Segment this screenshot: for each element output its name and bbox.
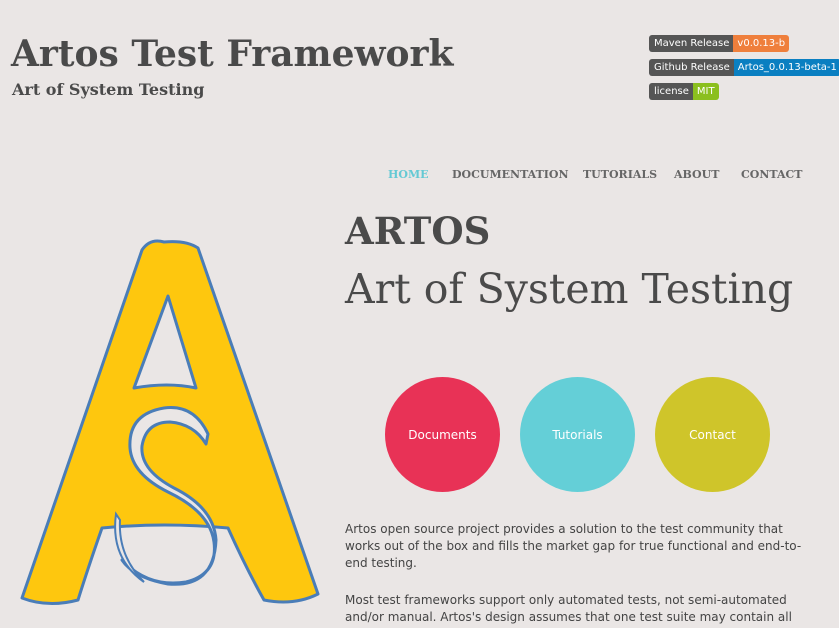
hero-subtitle: Art of System Testing [345,265,794,313]
badge-label: Github Release [649,59,734,76]
main-nav: HOME DOCUMENTATION TUTORIALS ABOUT CONTA… [0,168,839,182]
tutorials-circle-button[interactable]: Tutorials [520,377,635,492]
frameworks-paragraph: Most test frameworks support only automa… [345,593,792,624]
badge-value: MIT [692,83,719,100]
contact-circle-button[interactable]: Contact [655,377,770,492]
badge-label: license [649,83,693,100]
github-release-badge[interactable]: Github Release Artos_0.0.13-beta-1 [649,59,839,76]
maven-release-badge[interactable]: Maven Release v0.0.13-b [649,35,839,52]
badge-value: v0.0.13-b [733,35,790,52]
site-title[interactable]: Artos Test Framework [11,32,453,76]
nav-item-documentation[interactable]: DOCUMENTATION [452,168,569,182]
badge-value: Artos_0.0.13-beta-1 [733,59,839,76]
badge-label: Maven Release [649,35,734,52]
intro-paragraph: Artos open source project provides a sol… [345,522,802,570]
nav-item-home[interactable]: HOME [388,168,429,182]
hero-title: ARTOS [345,209,491,253]
nav-item-tutorials[interactable]: TUTORIALS [583,168,657,182]
nav-item-contact[interactable]: CONTACT [741,168,802,182]
badge-list: Maven Release v0.0.13-b Github Release A… [649,35,839,107]
artos-logo-icon [18,238,322,612]
nav-item-about[interactable]: ABOUT [674,168,719,182]
site-tagline: Art of System Testing [12,80,205,99]
documents-circle-button[interactable]: Documents [385,377,500,492]
license-badge[interactable]: license MIT [649,83,839,100]
